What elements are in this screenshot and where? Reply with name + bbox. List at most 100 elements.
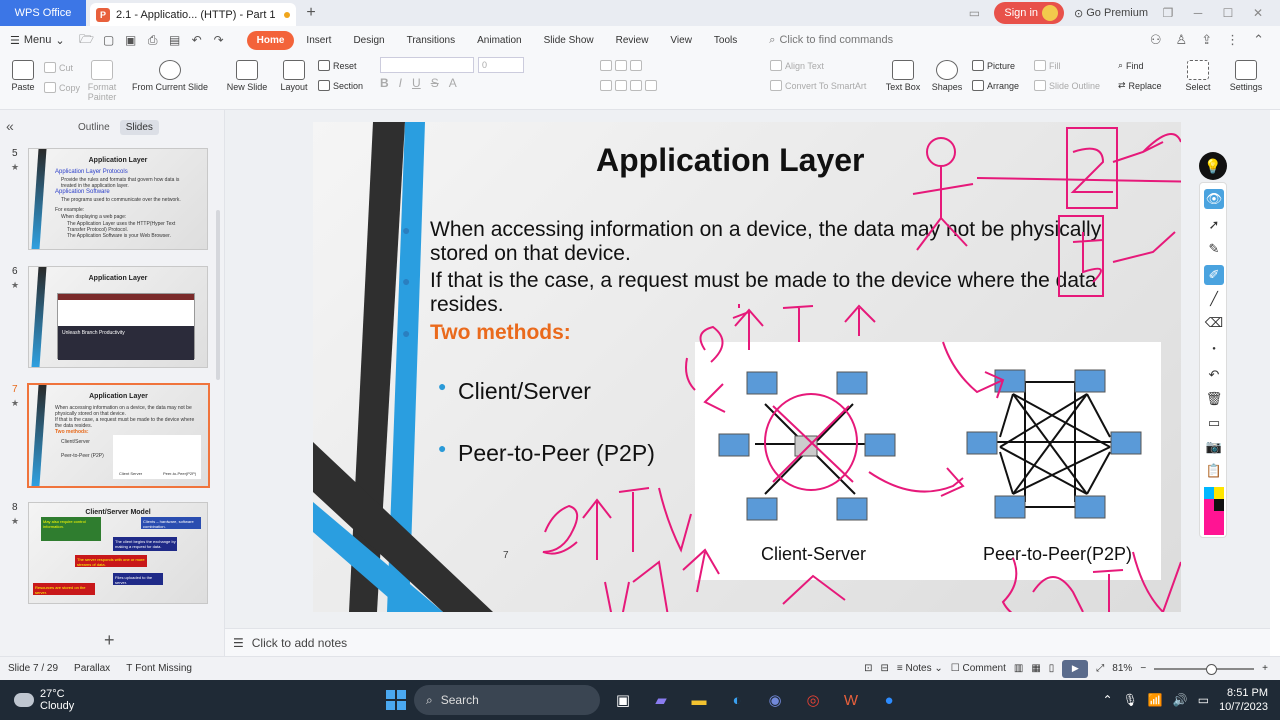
comment-toggle[interactable]: ☐ Comment [951,663,1006,674]
export-icon[interactable]: ⇪ [1201,32,1212,48]
eraser-icon[interactable]: ⌫ [1204,313,1224,333]
tab-animation[interactable]: Animation [467,31,531,50]
tab-design[interactable]: Design [343,31,394,50]
picture-button[interactable]: Picture [972,60,1015,71]
select-button[interactable]: Select [1180,60,1216,92]
arrange-button[interactable]: Arrange [972,80,1019,91]
align-text-button[interactable]: Align Text [770,60,824,71]
trash-icon[interactable]: 🗑 [1204,389,1224,409]
collab-icon[interactable]: ♙ [1176,32,1188,48]
section-button[interactable]: Section [318,80,363,91]
notes-bar[interactable]: ☰ Click to add notes [225,628,1270,656]
find-commands-search[interactable]: ⌕ Click to find commands [769,34,893,47]
redo-icon[interactable]: ↷ [211,32,227,48]
slide-thumbnail[interactable]: Client/Server Model May also require con… [28,502,208,604]
wps-icon[interactable]: W [836,685,866,715]
print-preview-icon[interactable]: ▤ [167,32,183,48]
tab-tools[interactable]: Tools [704,31,747,50]
font-size-select[interactable]: 0 [478,57,524,73]
slide-thumbnail[interactable]: Application Layer Unleash Branch Product… [28,266,208,368]
pen-icon[interactable]: ✐ [1204,265,1224,285]
tab-insert[interactable]: Insert [296,31,341,50]
camera-icon[interactable]: 📷 [1204,437,1224,457]
tab-slides[interactable]: Slides [119,120,159,135]
mic-icon[interactable]: 🎙 [1123,693,1138,707]
bullets-button[interactable] [600,60,642,71]
protect-icon[interactable]: ⊟ [880,663,888,674]
taskbar-search[interactable]: ⌕ Search [414,685,600,715]
maximize-icon[interactable]: ☐ [1218,6,1238,20]
pin-toolbar-button[interactable]: 💡 [1199,152,1227,180]
font-missing-button[interactable]: T Font Missing [118,663,200,674]
fill-button[interactable]: Fill [1034,60,1061,71]
convert-smartart-button[interactable]: Convert To SmartArt [770,80,866,91]
slide[interactable]: Application Layer ● When accessing infor… [313,122,1181,612]
tab-transitions[interactable]: Transitions [397,31,466,50]
slide-thumbnail[interactable]: Application Layer Application Layer Prot… [28,148,208,250]
discord-icon[interactable]: ◉ [760,685,790,715]
format-painter-button[interactable]: Format Painter [84,60,120,102]
slide-sorter-icon[interactable]: ▦ [1031,663,1040,674]
pointer-icon[interactable]: ➚ [1204,215,1224,235]
find-button[interactable]: ⌕ Find [1118,60,1144,71]
zoom-out-icon[interactable]: − [1140,663,1146,674]
folder-icon[interactable]: ▢ [101,32,117,48]
edge-icon[interactable]: ◐ [722,685,752,715]
tab-slide-show[interactable]: Slide Show [534,31,604,50]
reset-button[interactable]: Reset [318,60,357,71]
open-folder-icon[interactable]: 🗁 [79,32,95,48]
settings-button[interactable]: Settings [1224,60,1268,92]
weather-widget[interactable]: 27°C Cloudy [0,688,260,712]
fit-window-icon[interactable]: ⤢ [1096,663,1104,674]
layout-button[interactable]: Layout [276,60,312,92]
minimize-icon[interactable]: ─ [1188,6,1208,20]
paste-button[interactable]: Paste [8,60,38,92]
file-explorer-icon[interactable]: ▬ [684,685,714,715]
eye-icon[interactable]: 👁 [1204,189,1224,209]
tab-home[interactable]: Home [246,30,295,50]
shapes-button[interactable]: Shapes [928,60,966,92]
play-slideshow-button[interactable]: ▶ [1062,659,1089,678]
from-current-slide-button[interactable]: From Current Slide [128,60,212,92]
save-icon[interactable]: ▣ [123,32,139,48]
tab-outline[interactable]: Outline [72,120,116,135]
task-view-icon[interactable]: ▣ [608,685,638,715]
collapse-ribbon-icon[interactable]: ⌃ [1253,32,1264,48]
stroke-size-icon[interactable]: ● [1204,339,1224,359]
wifi-icon[interactable]: 📶 [1148,693,1163,707]
zoom-level[interactable]: 81% [1112,663,1132,674]
cut-button[interactable]: Cut [44,62,73,73]
slide-thumbnail-selected[interactable]: Application Layer When accessing informa… [27,383,210,488]
color-palette[interactable] [1204,487,1224,535]
underline-icon[interactable]: U [412,76,421,90]
new-slide-button[interactable]: New Slide [224,60,270,92]
tray-chevron-icon[interactable]: ⌃ [1103,693,1113,707]
slide-outline-button[interactable]: Slide Outline [1034,80,1100,91]
zoom-slider[interactable] [1154,663,1255,675]
tab-review[interactable]: Review [606,31,659,50]
undo-icon[interactable]: ↶ [189,32,205,48]
battery-icon[interactable]: ▭ [1198,693,1209,707]
panel-scrollbar[interactable] [216,210,220,380]
font-color-icon[interactable]: A [449,76,457,90]
undo-ink-icon[interactable]: ↶ [1204,365,1224,385]
italic-icon[interactable]: I [399,76,402,90]
go-premium-button[interactable]: ⊙ Go Premium [1074,7,1148,20]
add-slide-icon[interactable]: + [104,630,115,651]
clipboard-icon[interactable]: 📋 [1204,461,1224,481]
print-icon[interactable]: ⎙ [145,32,161,48]
tab-view[interactable]: View [660,31,702,50]
clock[interactable]: 8:51 PM 10/7/2023 [1219,686,1268,714]
zoom-app-icon[interactable]: ● [874,685,904,715]
normal-view-icon[interactable]: ▥ [1014,663,1023,674]
volume-icon[interactable]: 🔊 [1173,693,1188,707]
fit-icon[interactable]: ⊡ [864,663,872,674]
color-magenta-black[interactable] [1204,499,1224,511]
line-icon[interactable]: ╱ [1204,289,1224,309]
text-box-button[interactable]: Text Box [884,60,922,92]
strikethrough-icon[interactable]: S [431,76,439,90]
layout-icon[interactable]: ▭ [964,6,984,20]
start-button[interactable] [386,690,406,710]
replace-button[interactable]: ⇄ Replace [1118,80,1162,91]
wps-office-tab[interactable]: WPS Office [0,0,86,26]
